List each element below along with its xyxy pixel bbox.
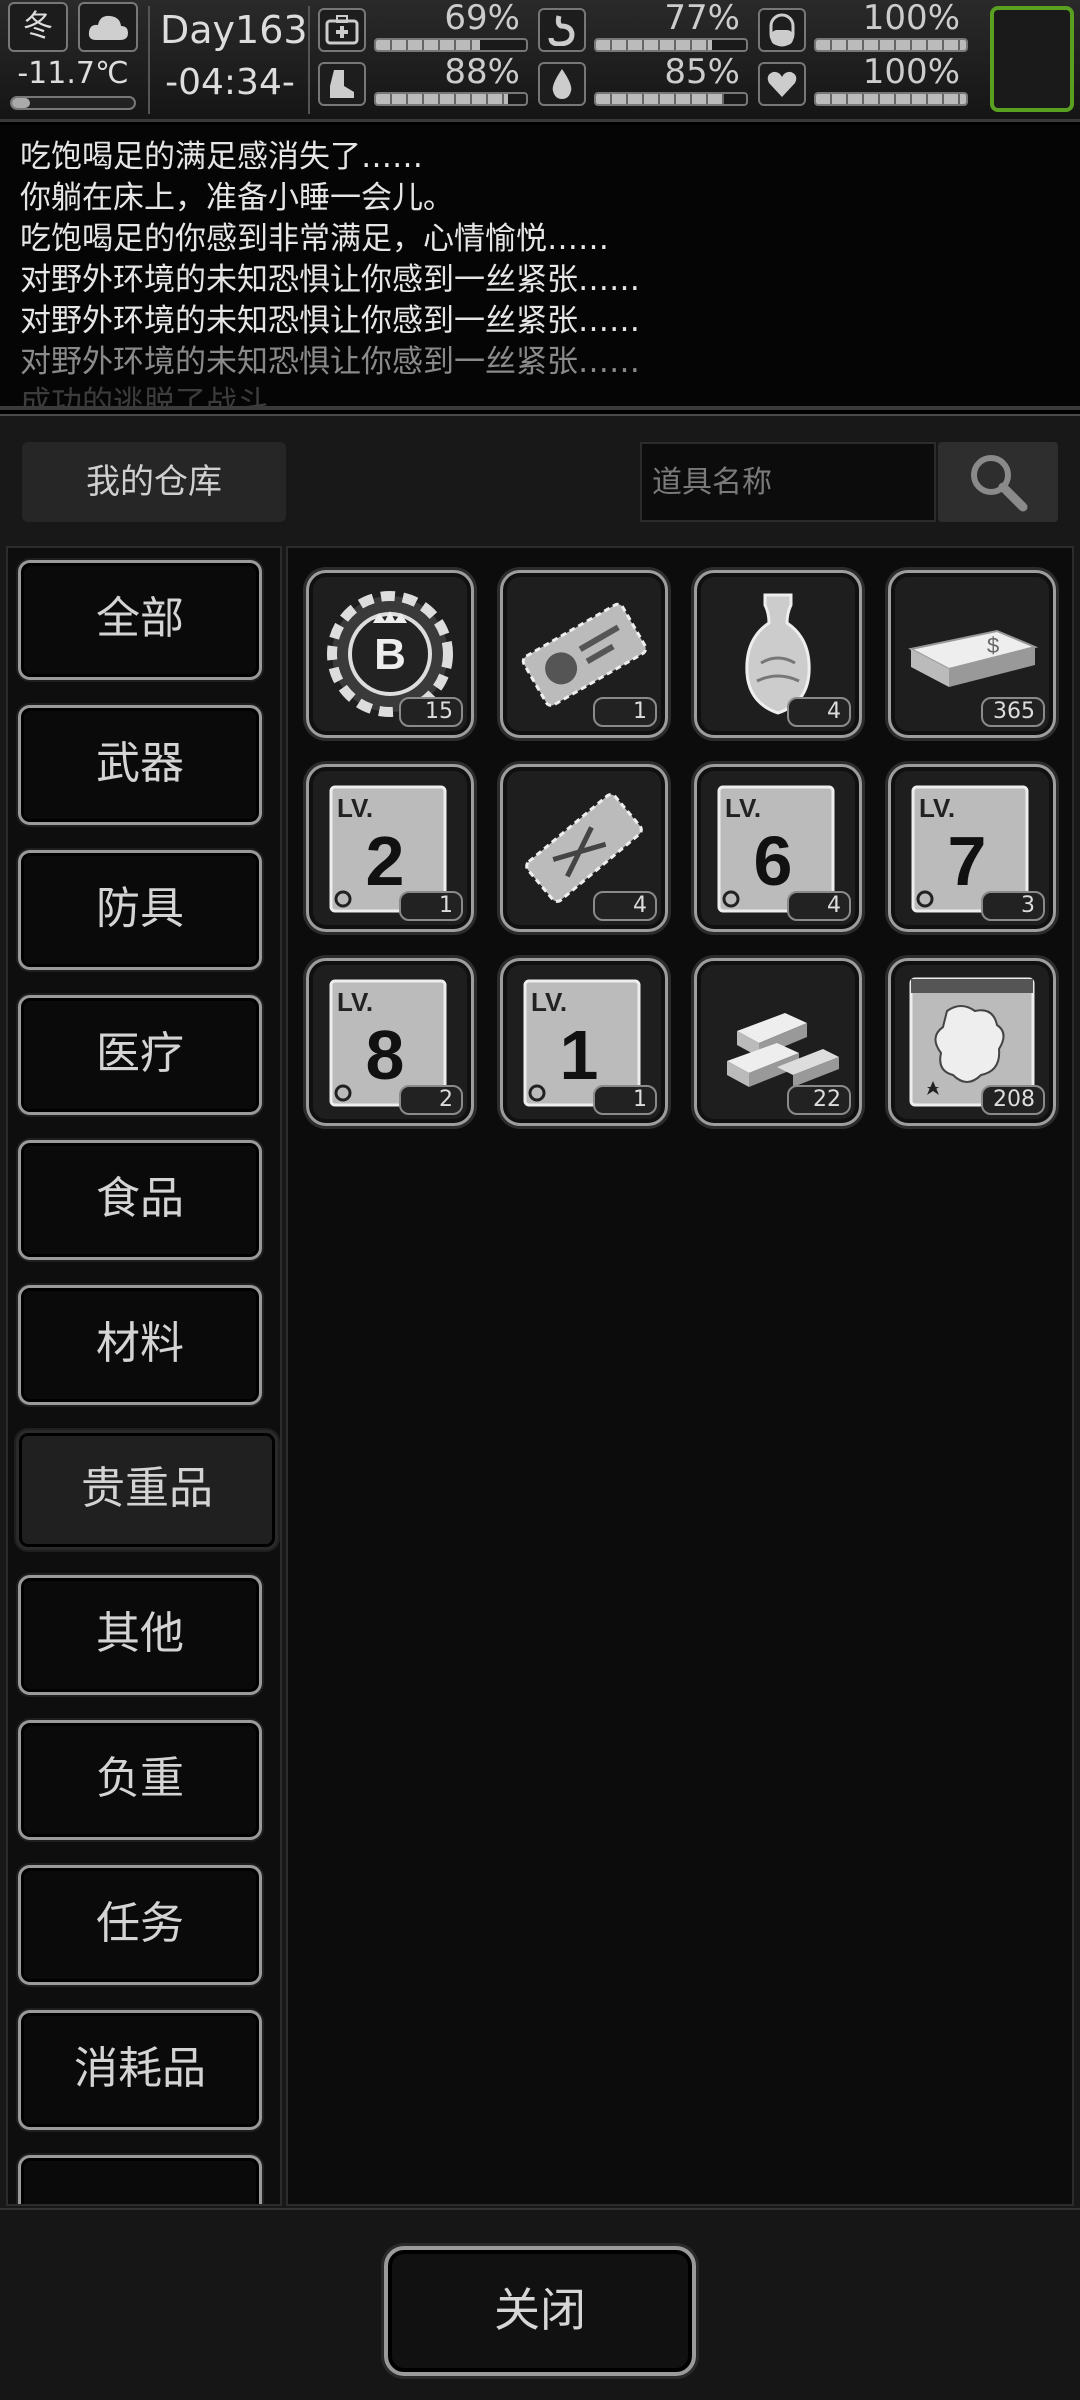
medkit-icon [318,8,366,52]
item-count: 1 [593,697,657,727]
category-more[interactable] [18,2155,262,2204]
stat-health: 69% [318,0,528,54]
warehouse-panel: 我的仓库 全部 武器 防具 医疗 食品 材料 贵重品 其他 负重 任务 消耗品 … [0,414,1080,2400]
svg-text:LV.: LV. [337,793,373,823]
svg-text:LV.: LV. [531,987,567,1017]
svg-text:1: 1 [560,1016,599,1094]
log-line: 你躺在床上，准备小睡一会儿。 [20,180,454,216]
log-line: 对野外环境的未知恐惧让你感到一丝紧张…… [20,303,640,339]
svg-text:LV.: LV. [725,793,761,823]
svg-text:$: $ [987,633,999,658]
item-count: 3 [981,891,1045,921]
temperature-readout: -11.7℃ [17,56,129,91]
boot-icon [318,62,366,106]
stat-hunger: 77% [538,0,748,54]
item-count: 365 [981,697,1045,727]
stat-stamina: 88% [318,52,528,108]
heart-icon [758,62,806,106]
stat-thirst: 85% [538,52,748,108]
svg-text:B: B [374,630,406,679]
item-slot[interactable]: LV. 8 2 [306,958,474,1126]
item-slot[interactable]: LV. 1 1 [500,958,668,1126]
item-slot[interactable]: LV. 2 1 [306,764,474,932]
log-line: 对野外环境的未知恐惧让你感到一丝紧张…… [20,262,640,298]
item-grid: B 15 1 4 $ 365 LV. 2 1 4 LV. 6 4 LV. 7 3… [286,546,1074,2206]
water-drop-icon [538,62,586,106]
category-armor[interactable]: 防具 [18,850,262,970]
close-button[interactable]: 关闭 [384,2246,696,2376]
item-slot[interactable]: 4 [500,764,668,932]
category-all[interactable]: 全部 [18,560,262,680]
thermometer-bar [10,96,136,110]
category-materials[interactable]: 材料 [18,1285,262,1405]
warehouse-tab[interactable]: 我的仓库 [22,442,286,522]
item-slot[interactable]: 208 [888,958,1056,1126]
log-line: 成功的逃脱了战斗 [20,385,268,410]
category-medical[interactable]: 医疗 [18,995,262,1115]
item-count: 4 [787,697,851,727]
item-count: 22 [787,1085,851,1115]
category-valuables[interactable]: 贵重品 [16,1430,278,1550]
log-line: 吃饱喝足的你感到非常满足，心情愉悦…… [20,221,609,257]
svg-text:6: 6 [754,822,793,900]
clock: -04:34- [165,62,295,103]
log-line: 对野外环境的未知恐惧让你感到一丝紧张…… [20,344,640,380]
item-search-input[interactable] [640,442,936,522]
item-count: 1 [593,1085,657,1115]
equipment-slot[interactable] [990,6,1074,112]
panel-footer: 关闭 [0,2208,1080,2400]
cloud-icon [78,2,138,52]
item-count: 1 [399,891,463,921]
divider [148,6,150,114]
item-count: 4 [593,891,657,921]
category-consumables[interactable]: 消耗品 [18,2010,262,2130]
item-slot[interactable]: LV. 6 4 [694,764,862,932]
item-slot[interactable]: 4 [694,570,862,738]
category-load[interactable]: 负重 [18,1720,262,1840]
stat-mood: 100% [758,52,968,108]
category-other[interactable]: 其他 [18,1575,262,1695]
search-button[interactable] [938,442,1058,522]
item-count: 208 [981,1085,1045,1115]
day-counter: Day163 [160,8,308,52]
svg-text:8: 8 [366,1016,405,1094]
category-list[interactable]: 全部 武器 防具 医疗 食品 材料 贵重品 其他 负重 任务 消耗品 [6,546,282,2206]
log-line: 吃饱喝足的满足感消失了…… [20,139,423,175]
item-slot[interactable]: 22 [694,958,862,1126]
item-slot[interactable]: $ 365 [888,570,1056,738]
stat-sanity: 100% [758,0,968,54]
category-food[interactable]: 食品 [18,1140,262,1260]
item-count: 2 [399,1085,463,1115]
item-count: 15 [399,697,463,727]
pill-icon [758,8,806,52]
season-indicator: 冬 [8,2,68,52]
category-weapons[interactable]: 武器 [18,705,262,825]
message-log: 吃饱喝足的满足感消失了…… 你躺在床上，准备小睡一会儿。 吃饱喝足的你感到非常满… [0,125,1080,410]
item-slot[interactable]: B 15 [306,570,474,738]
svg-text:LV.: LV. [919,793,955,823]
divider [308,6,310,114]
svg-text:2: 2 [366,822,405,900]
category-quest[interactable]: 任务 [18,1865,262,1985]
item-slot[interactable]: 1 [500,570,668,738]
status-bar: 冬 -11.7℃ Day163 -04:34- 69% 77% 100% 88% [0,0,1080,122]
item-slot[interactable]: LV. 7 3 [888,764,1056,932]
stomach-icon [538,8,586,52]
svg-text:LV.: LV. [337,987,373,1017]
search-icon [971,455,1028,512]
item-count: 4 [787,891,851,921]
svg-text:7: 7 [948,822,987,900]
